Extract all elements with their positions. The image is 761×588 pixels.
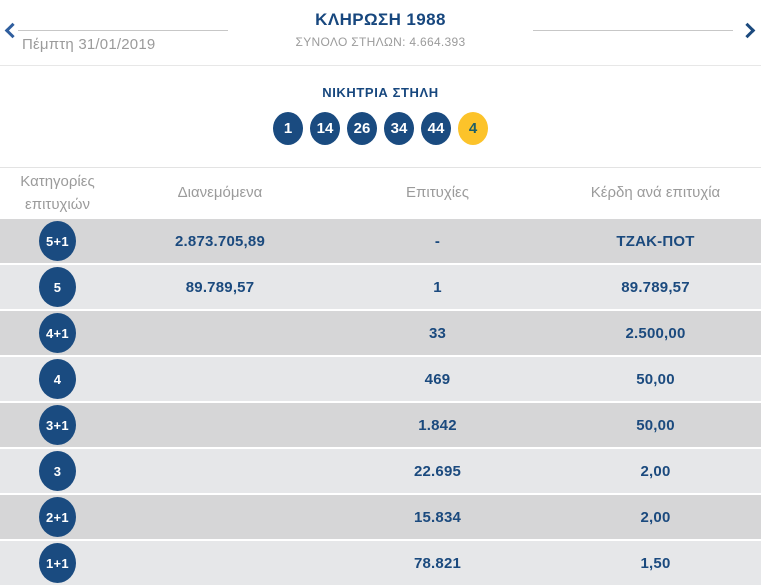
category-badge: 4 [39, 359, 76, 399]
column-header-distributed: Διανεμόμενα [177, 184, 263, 202]
table-row: 2+1 15.834 2,00 [0, 495, 761, 539]
draw-title: ΚΛΗΡΩΣΗ 1988 [315, 10, 446, 29]
table-header-row: Κατηγορίες επιτυχιών Διανεμόμενα Επιτυχί… [0, 168, 761, 219]
winners-count: 78.821 [413, 554, 462, 572]
table-row: 3 22.695 2,00 [0, 449, 761, 493]
winning-number-ball: 14 [310, 112, 340, 145]
prize-per-winner: 50,00 [636, 416, 675, 434]
category-badge: 3+1 [39, 405, 76, 445]
winning-number-ball: 34 [384, 112, 414, 145]
category-badge: 5+1 [39, 221, 76, 261]
prize-per-winner: ΤΖΑΚ-ΠΟΤ [616, 232, 695, 250]
winners-count: 33 [428, 324, 447, 342]
prize-per-winner: 89.789,57 [621, 278, 690, 296]
table-row: 1+1 78.821 1,50 [0, 541, 761, 585]
table-row: 5+1 2.873.705,89 - ΤΖΑΚ-ΠΟΤ [0, 219, 761, 263]
prize-per-winner: 2,00 [640, 508, 671, 526]
draw-nav-header: Πέμπτη 31/01/2019 ΚΛΗΡΩΣΗ 1988 ΣΥΝΟΛΟ ΣΤ… [0, 0, 761, 66]
winners-count: 15.834 [413, 508, 462, 526]
table-row: 4+1 33 2.500,00 [0, 311, 761, 355]
right-divider-line [533, 30, 733, 31]
winning-number-ball: 1 [273, 112, 303, 145]
category-badge: 3 [39, 451, 76, 491]
table-row: 3+1 1.842 50,00 [0, 403, 761, 447]
left-divider-line [18, 30, 228, 31]
winning-column-title: ΝΙΚΗΤΡΙΑ ΣΤΗΛΗ [322, 85, 439, 100]
prize-per-winner: 2,00 [640, 462, 671, 480]
prize-results-table: Κατηγορίες επιτυχιών Διανεμόμενα Επιτυχί… [0, 167, 761, 585]
column-header-categories: Κατηγορίες επιτυχιών [20, 173, 95, 213]
winners-count: 1 [433, 278, 442, 296]
column-header-winners: Επιτυχίες [406, 184, 469, 202]
winning-number-ball: 26 [347, 112, 377, 145]
distributed-value: 2.873.705,89 [175, 232, 265, 250]
category-badge: 1+1 [39, 543, 76, 583]
table-row: 5 89.789,57 1 89.789,57 [0, 265, 761, 309]
winning-column-section: ΝΙΚΗΤΡΙΑ ΣΤΗΛΗ 1 14 26 34 44 4 [0, 66, 761, 145]
winners-count: - [434, 232, 441, 250]
prize-per-winner: 2.500,00 [625, 324, 686, 342]
category-badge: 4+1 [39, 313, 76, 353]
prize-per-winner: 1,50 [640, 554, 671, 572]
category-badge: 2+1 [39, 497, 76, 537]
prize-per-winner: 50,00 [636, 370, 675, 388]
column-header-prize: Κέρδη ανά επιτυχία [590, 184, 721, 202]
category-badge: 5 [39, 267, 76, 307]
table-row: 4 469 50,00 [0, 357, 761, 401]
distributed-value: 89.789,57 [185, 278, 255, 296]
joker-number-ball: 4 [458, 112, 488, 145]
winning-number-ball: 44 [421, 112, 451, 145]
winners-count: 469 [424, 370, 451, 388]
winning-numbers: 1 14 26 34 44 4 [0, 112, 761, 145]
joker-draw-results-page: Πέμπτη 31/01/2019 ΚΛΗΡΩΣΗ 1988 ΣΥΝΟΛΟ ΣΤ… [0, 0, 761, 588]
winners-count: 22.695 [413, 462, 462, 480]
draw-date: Πέμπτη 31/01/2019 [22, 36, 156, 53]
winners-count: 1.842 [418, 416, 457, 434]
